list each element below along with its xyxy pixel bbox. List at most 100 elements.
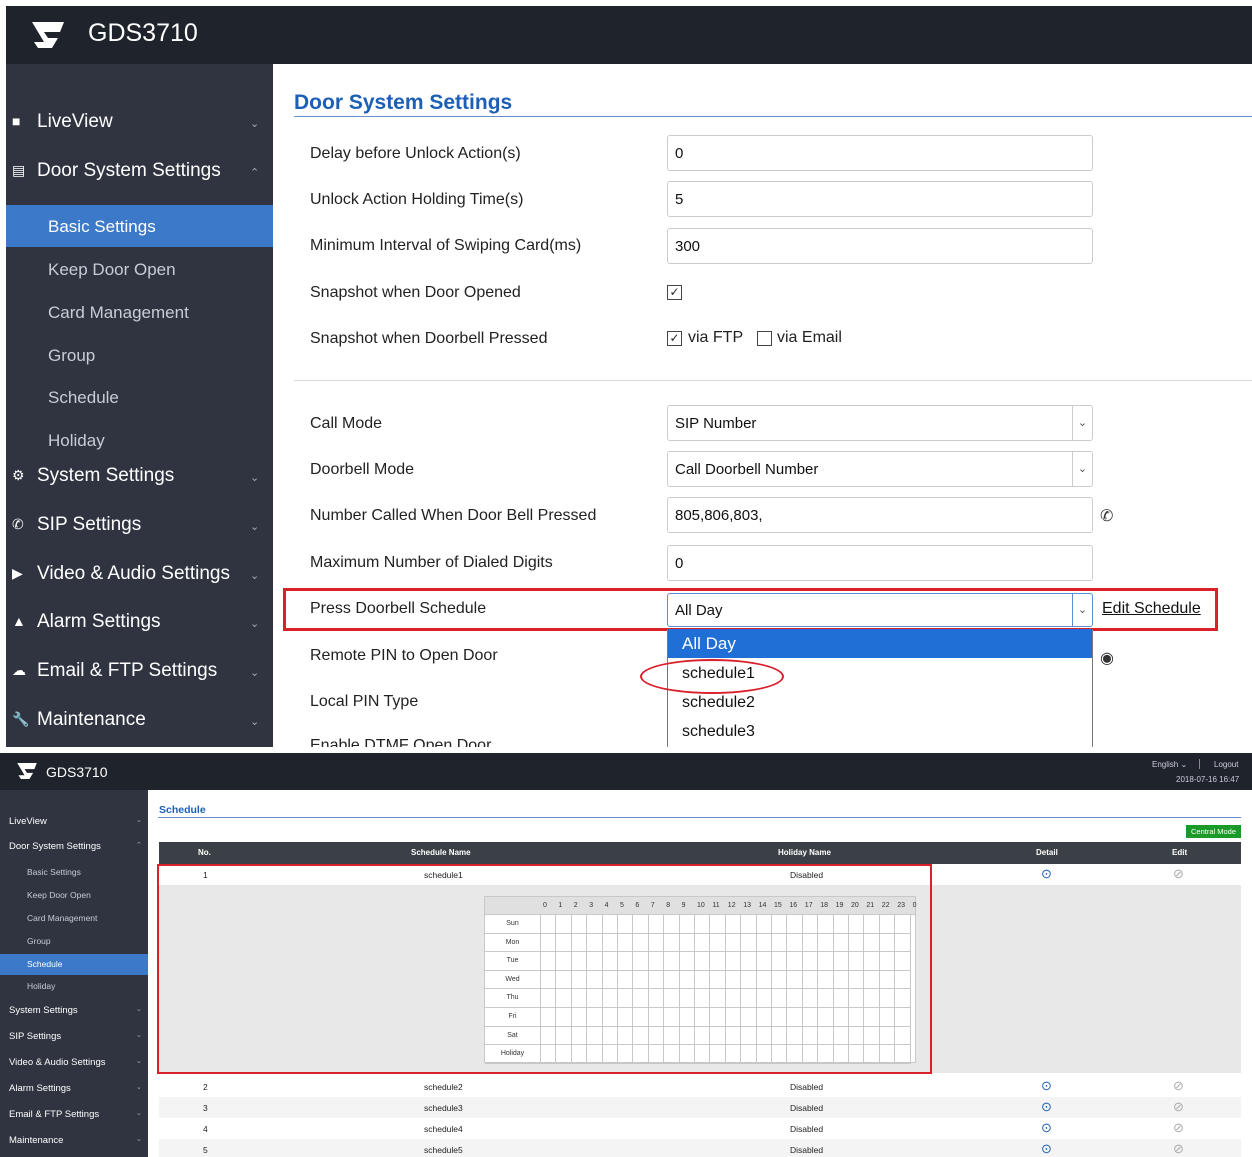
sidebar-item-sip-settings[interactable]: SIP Settings ⌄ [0,1031,148,1045]
chevron-down-icon: ⌄ [136,1110,142,1117]
language-label: English [1152,760,1179,769]
edit-disabled-icon[interactable]: ⊘ [1173,1078,1184,1094]
sidebar-subitem-schedule[interactable]: Schedule [0,954,148,975]
section-divider [294,380,1252,381]
table-row: 4 schedule4 Disabled ⊙ ⊘ [159,1118,1241,1139]
chevron-down-icon: ⌄ [1072,452,1092,486]
column-header-detail: Detail [1036,848,1058,857]
subitem-label: Card Management [48,303,189,322]
chevron-down-icon: ⌄ [136,1006,142,1013]
sidebar-subitem-basic-settings[interactable]: Basic Settings [0,863,148,883]
sidebar-item-alarm-settings[interactable]: Alarm Settings ⌄ [0,1083,148,1097]
bottom-header: GDS3710 English ⌄ Logout 2018-07-16 16:4… [0,753,1252,790]
sidebar-item-label: Alarm Settings [9,1083,71,1094]
sidebar-item-label: Alarm Settings [37,611,161,632]
sidebar-item-alarm-settings[interactable]: ▲ Alarm Settings ⌄ [6,611,273,641]
sidebar-item-email-ftp-settings[interactable]: Email & FTP Settings ⌄ [0,1109,148,1123]
sidebar-subitem-group[interactable]: Group [6,336,273,376]
dropdown-option-schedule3[interactable]: schedule3 [668,717,1092,746]
sidebar-item-maintenance[interactable]: 🔧 Maintenance ⌄ [6,709,273,739]
chevron-down-icon: ⌄ [250,472,260,484]
delay-input[interactable]: 0 [667,135,1093,171]
sidebar-subitem-holiday[interactable]: Holiday [6,421,273,461]
edit-disabled-icon[interactable]: ⊘ [1173,866,1184,882]
sidebar-item-label: Door System Settings [9,841,101,852]
number-called-input[interactable]: 805,806,803, [667,497,1093,533]
phone-icon: ✆ [12,516,24,532]
sidebar-item-label: LiveView [9,816,47,827]
sidebar-item-label: Door System Settings [37,160,221,181]
sidebar-subitem-group[interactable]: Group [0,932,148,952]
sidebar-item-liveview[interactable]: LiveView ⌄ [0,816,148,830]
central-mode-button[interactable]: Central Mode [1186,825,1241,838]
sidebar-item-label: Maintenance [37,709,146,730]
sidebar-subitem-keep-door-open[interactable]: Keep Door Open [6,250,273,290]
doorbell-mode-select[interactable]: Call Doorbell Number ⌄ [667,451,1093,487]
sidebar-subitem-card-management[interactable]: Card Management [6,293,273,333]
chevron-down-icon: ⌄ [136,1058,142,1065]
dropdown-option-all-day[interactable]: All Day [668,629,1092,658]
highlight-oval [640,659,784,694]
doorbell-schedule-value: All Day [675,602,723,619]
detail-expand-icon[interactable]: ⊙ [1041,1099,1052,1115]
chevron-down-icon: ⌄ [136,817,142,824]
sidebar: ■ LiveView ⌄ ▤ Door System Settings ⌃ Ba… [6,64,273,747]
grandstream-logo-icon [17,763,37,779]
swipe-interval-label: Minimum Interval of Swiping Card(ms) [310,237,582,254]
row-holiday-name: Disabled [790,1103,824,1113]
doorbell-schedule-select[interactable]: All Day ⌄ [667,593,1093,627]
detail-expand-icon[interactable]: ⊙ [1041,1141,1052,1157]
max-digits-label: Maximum Number of Dialed Digits [310,554,553,571]
sidebar-subitem-holiday[interactable]: Holiday [0,977,148,997]
subitem-label: Basic Settings [48,217,156,236]
page-title: Schedule [159,804,206,816]
subitem-label: Group [48,346,96,365]
sidebar-item-system-settings[interactable]: System Settings ⌄ [0,1005,148,1019]
sidebar-item-system-settings[interactable]: ⚙ System Settings ⌄ [6,465,273,495]
via-ftp-checkbox[interactable]: ✓ [667,331,682,346]
logout-link[interactable]: Logout [1214,760,1238,769]
eye-icon[interactable]: ◉ [1100,648,1114,668]
phone-icon[interactable]: ✆ [1100,506,1113,526]
sidebar-item-sip-settings[interactable]: ✆ SIP Settings ⌄ [6,514,273,544]
sidebar-item-video-audio-settings[interactable]: ▶ Video & Audio Settings ⌄ [6,563,273,593]
holding-time-input[interactable]: 5 [667,181,1093,217]
sidebar-item-email-ftp-settings[interactable]: ☁ Email & FTP Settings ⌄ [6,660,273,690]
chevron-down-icon: ⌄ [136,1136,142,1143]
row-holiday-name: Disabled [790,1145,824,1155]
sidebar-subitem-card-management[interactable]: Card Management [0,909,148,929]
detail-expand-icon[interactable]: ⊙ [1041,1078,1052,1094]
edit-disabled-icon[interactable]: ⊘ [1173,1120,1184,1136]
snapshot-bell-label: Snapshot when Doorbell Pressed [310,330,548,347]
detail-expand-icon[interactable]: ⊙ [1041,1120,1052,1136]
doorbell-schedule-label: Press Doorbell Schedule [310,600,487,617]
snapshot-open-checkbox[interactable]: ✓ [667,285,682,300]
call-mode-select[interactable]: SIP Number ⌄ [667,405,1093,441]
sidebar-item-door-system-settings[interactable]: ▤ Door System Settings ⌃ [6,160,273,190]
sidebar-item-door-system-settings[interactable]: Door System Settings ⌃ [0,841,148,855]
sidebar-item-maintenance[interactable]: Maintenance ⌄ [0,1135,148,1149]
edit-disabled-icon[interactable]: ⊘ [1173,1099,1184,1115]
header-divider [1199,759,1200,769]
edit-schedule-link[interactable]: Edit Schedule [1102,600,1201,618]
swipe-interval-input[interactable]: 300 [667,228,1093,264]
snapshot-open-label: Snapshot when Door Opened [310,284,521,301]
max-digits-input[interactable]: 0 [667,545,1093,581]
edit-disabled-icon[interactable]: ⊘ [1173,1141,1184,1157]
chevron-down-icon: ⌄ [250,716,260,728]
delay-label: Delay before Unlock Action(s) [310,145,521,162]
dtmf-label: Enable DTMF Open Door [310,737,492,747]
sidebar-subitem-schedule[interactable]: Schedule [6,378,273,418]
top-screenshot: GDS3710 ■ LiveView ⌄ ▤ Door System Setti… [6,6,1252,747]
sidebar-subitem-basic-settings[interactable]: Basic Settings [6,205,273,247]
via-email-checkbox[interactable] [757,331,772,346]
detail-expand-icon[interactable]: ⊙ [1041,866,1052,882]
wrench-gear-icon: ⚙ [12,467,25,483]
column-header-schedule-name: Schedule Name [411,848,471,857]
sidebar-item-label: System Settings [37,465,175,486]
sidebar-item-liveview[interactable]: ■ LiveView ⌄ [6,111,273,141]
sidebar-item-video-audio-settings[interactable]: Video & Audio Settings ⌄ [0,1057,148,1071]
sidebar-subitem-keep-door-open[interactable]: Keep Door Open [0,886,148,906]
card-icon: ▤ [12,162,26,178]
language-select[interactable]: English ⌄ [1152,760,1187,769]
